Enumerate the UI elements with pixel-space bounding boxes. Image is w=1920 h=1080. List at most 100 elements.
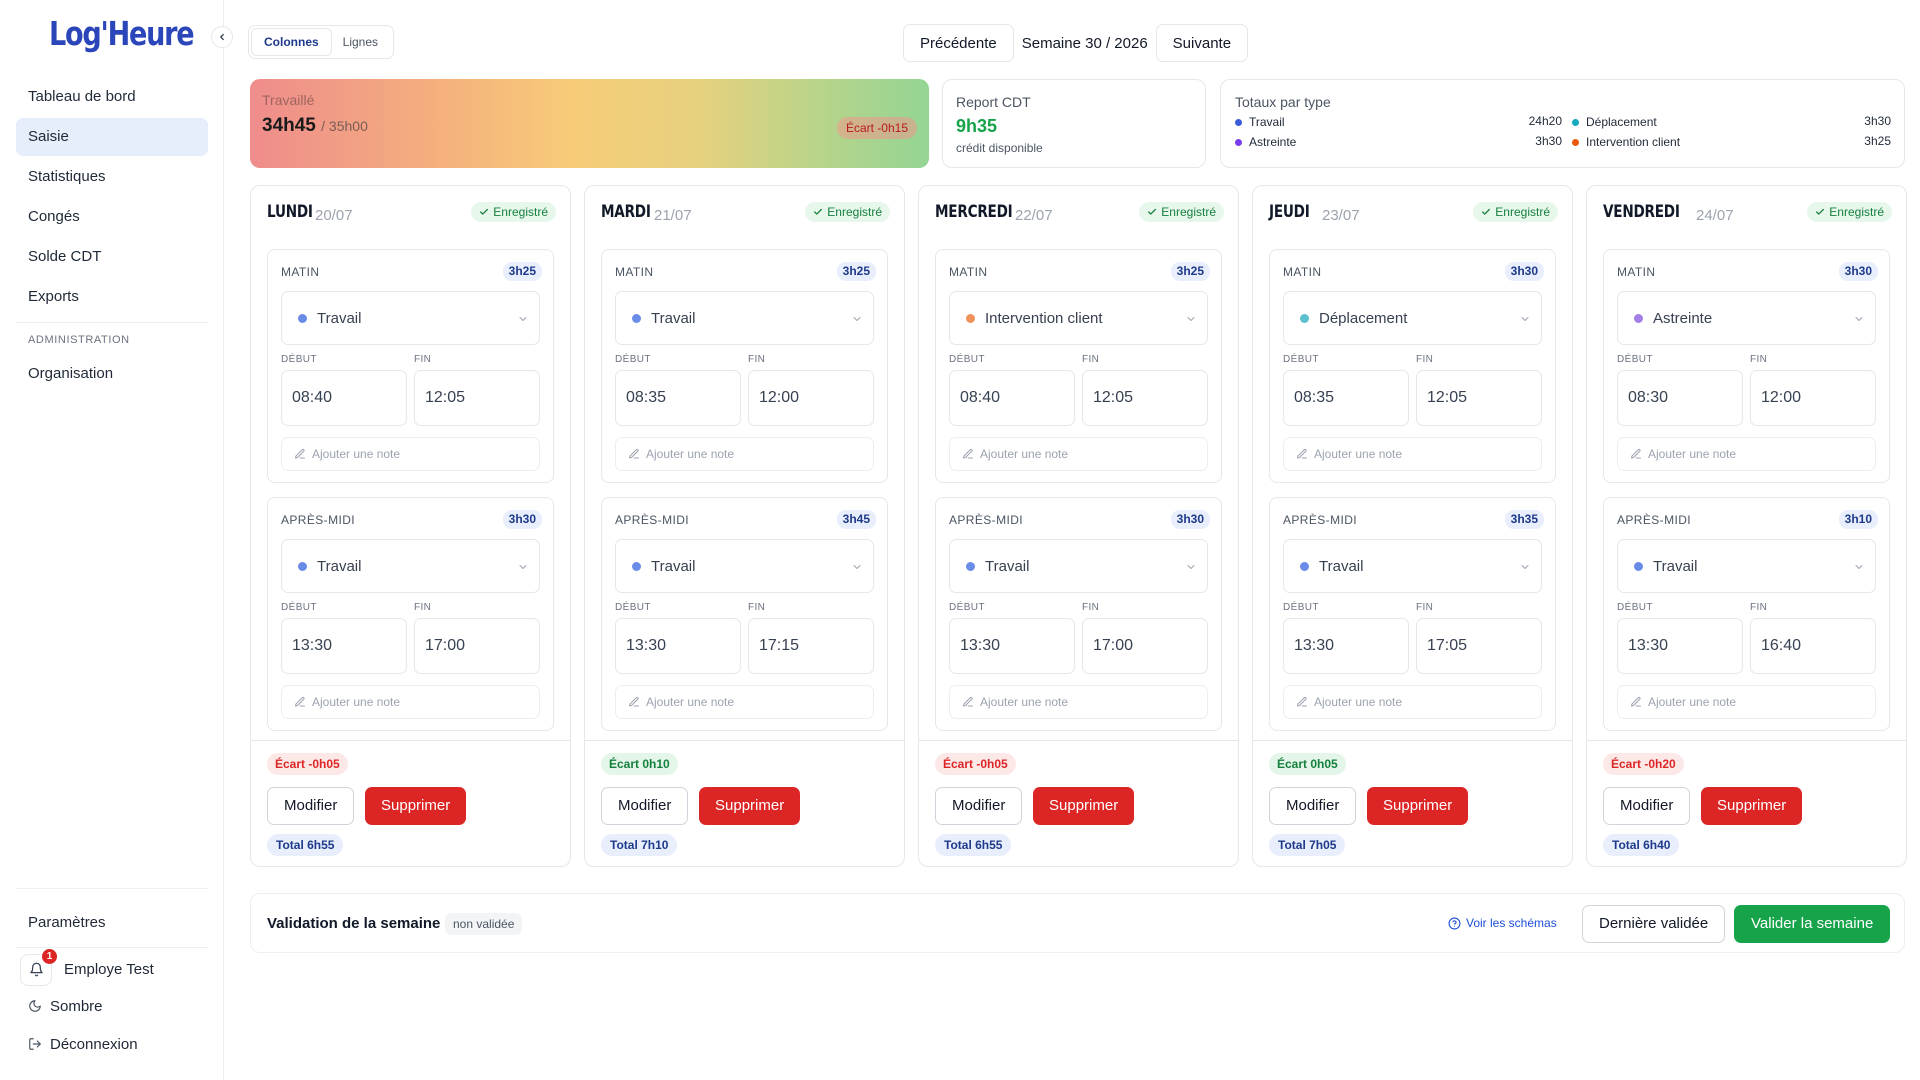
- pencil-icon: [629, 696, 639, 707]
- start-time-input[interactable]: 08:30: [1617, 370, 1743, 426]
- modify-button[interactable]: Modifier: [935, 787, 1023, 825]
- saved-status-badge: Enregistré: [1807, 202, 1892, 222]
- day-name: VENDREDI: [1603, 202, 1680, 222]
- add-note-input[interactable]: Ajouter une note: [615, 437, 874, 471]
- day-name: MARDI: [601, 202, 651, 222]
- sidebar-item-dashboard[interactable]: Tableau de bord: [16, 78, 208, 116]
- validation-status-badge: non validée: [445, 913, 523, 935]
- start-time-input[interactable]: 08:40: [281, 370, 407, 426]
- activity-type-select[interactable]: Travail: [1617, 539, 1876, 593]
- start-time-input[interactable]: 08:35: [615, 370, 741, 426]
- end-label: FIN: [414, 602, 432, 613]
- check-icon: [1816, 208, 1825, 215]
- activity-type-value: Intervention client: [985, 309, 1103, 327]
- activity-type-select[interactable]: Astreinte: [1617, 291, 1876, 345]
- start-time-input[interactable]: 13:30: [949, 618, 1075, 674]
- activity-type-select[interactable]: Travail: [615, 539, 874, 593]
- modify-button[interactable]: Modifier: [1269, 787, 1357, 825]
- sidebar-item-exports[interactable]: Exports: [16, 278, 208, 316]
- activity-type-select[interactable]: Travail: [615, 291, 874, 345]
- start-time-input[interactable]: 13:30: [615, 618, 741, 674]
- add-note-input[interactable]: Ajouter une note: [1617, 685, 1876, 719]
- week-label: Semaine 30 / 2026: [1021, 34, 1148, 52]
- add-note-input[interactable]: Ajouter une note: [281, 437, 540, 471]
- add-note-input[interactable]: Ajouter une note: [949, 437, 1208, 471]
- end-time-input[interactable]: 17:00: [414, 618, 540, 674]
- last-validated-button[interactable]: Dernière validée: [1582, 905, 1726, 943]
- sidebar-item-solde-cdt[interactable]: Solde CDT: [16, 238, 208, 276]
- delete-button[interactable]: Supprimer: [1367, 787, 1469, 825]
- start-time-input[interactable]: 08:35: [1283, 370, 1409, 426]
- sidebar-item-conges[interactable]: Congés: [16, 198, 208, 236]
- add-note-input[interactable]: Ajouter une note: [281, 685, 540, 719]
- pencil-icon: [295, 696, 305, 707]
- add-note-input[interactable]: Ajouter une note: [1283, 685, 1542, 719]
- app-logo[interactable]: Log'Heure: [49, 14, 195, 53]
- day-footer: Écart 0h05 Modifier Supprimer Total 7h05: [1253, 740, 1572, 856]
- start-time-input[interactable]: 13:30: [281, 618, 407, 674]
- end-time-input[interactable]: 17:05: [1416, 618, 1542, 674]
- worked-hours: 34h45: [262, 115, 316, 136]
- add-note-input[interactable]: Ajouter une note: [1617, 437, 1876, 471]
- start-time-input[interactable]: 13:30: [1617, 618, 1743, 674]
- sidebar-item-saisie[interactable]: Saisie: [16, 118, 208, 156]
- select-chevron: [1185, 560, 1197, 577]
- chevron-down-icon: [1521, 565, 1529, 569]
- total-type-value: 3h30: [1864, 114, 1891, 128]
- delete-button[interactable]: Supprimer: [1033, 787, 1135, 825]
- end-time-input[interactable]: 16:40: [1750, 618, 1876, 674]
- collapse-sidebar-button[interactable]: [211, 26, 233, 48]
- type-color-dot: [966, 561, 975, 571]
- modify-button[interactable]: Modifier: [267, 787, 355, 825]
- add-note-input[interactable]: Ajouter une note: [1283, 437, 1542, 471]
- end-time-input[interactable]: 12:05: [1082, 370, 1208, 426]
- start-label: DÉBUT: [615, 354, 651, 365]
- sidebar-item-statistics[interactable]: Statistiques: [16, 158, 208, 196]
- view-rows-option[interactable]: Lignes: [331, 29, 390, 55]
- activity-type-value: Déplacement: [1319, 309, 1408, 327]
- validate-week-button[interactable]: Valider la semaine: [1734, 905, 1891, 943]
- next-week-button[interactable]: Suivante: [1155, 24, 1249, 62]
- period-title: APRÈS-MIDI: [1283, 513, 1358, 527]
- end-time-input[interactable]: 12:00: [1750, 370, 1876, 426]
- start-time-input[interactable]: 08:40: [949, 370, 1075, 426]
- settings-link[interactable]: Paramètres: [16, 903, 208, 941]
- day-column-lundi: LUNDI 20/07 Enregistré MATIN 3h25 Travail DÉBU…: [250, 185, 571, 867]
- delete-button[interactable]: Supprimer: [1701, 787, 1803, 825]
- previous-week-button[interactable]: Précédente: [903, 24, 1014, 62]
- add-note-input[interactable]: Ajouter une note: [615, 685, 874, 719]
- type-color-dot: [1634, 313, 1643, 323]
- activity-type-select[interactable]: Travail: [1283, 539, 1542, 593]
- type-color-dot: [1300, 313, 1309, 323]
- type-color-dot: [298, 313, 307, 323]
- saved-label: Enregistré: [1829, 205, 1884, 219]
- end-time-input[interactable]: 17:15: [748, 618, 874, 674]
- end-time-input[interactable]: 17:00: [1082, 618, 1208, 674]
- activity-type-select[interactable]: Travail: [281, 291, 540, 345]
- start-time-input[interactable]: 13:30: [1283, 618, 1409, 674]
- total-type-value: 3h25: [1864, 134, 1891, 148]
- activity-type-select[interactable]: Intervention client: [949, 291, 1208, 345]
- logout-link[interactable]: Déconnexion: [16, 1025, 208, 1063]
- end-time-input[interactable]: 12:05: [414, 370, 540, 426]
- delete-button[interactable]: Supprimer: [699, 787, 801, 825]
- day-name: LUNDI: [267, 202, 313, 222]
- activity-type-select[interactable]: Déplacement: [1283, 291, 1542, 345]
- theme-toggle[interactable]: Sombre: [16, 987, 208, 1025]
- start-label: DÉBUT: [281, 602, 317, 613]
- notifications-button[interactable]: 1: [20, 948, 57, 986]
- delete-button[interactable]: Supprimer: [365, 787, 467, 825]
- view-schemas-link[interactable]: Voir les schémas: [1448, 916, 1557, 930]
- view-columns-option[interactable]: Colonnes: [252, 29, 331, 55]
- modify-button[interactable]: Modifier: [601, 787, 689, 825]
- activity-type-select[interactable]: Travail: [949, 539, 1208, 593]
- end-time-input[interactable]: 12:00: [748, 370, 874, 426]
- end-time-input[interactable]: 12:05: [1416, 370, 1542, 426]
- select-chevron: [1519, 560, 1531, 577]
- add-note-input[interactable]: Ajouter une note: [949, 685, 1208, 719]
- activity-type-select[interactable]: Travail: [281, 539, 540, 593]
- cdt-value: 9h35: [956, 116, 998, 136]
- sidebar-item-organisation[interactable]: Organisation: [16, 355, 208, 393]
- modify-button[interactable]: Modifier: [1603, 787, 1691, 825]
- period-afternoon: APRÈS-MIDI 3h10 Travail DÉBUT FIN 13:30 16:40 A…: [1603, 497, 1890, 731]
